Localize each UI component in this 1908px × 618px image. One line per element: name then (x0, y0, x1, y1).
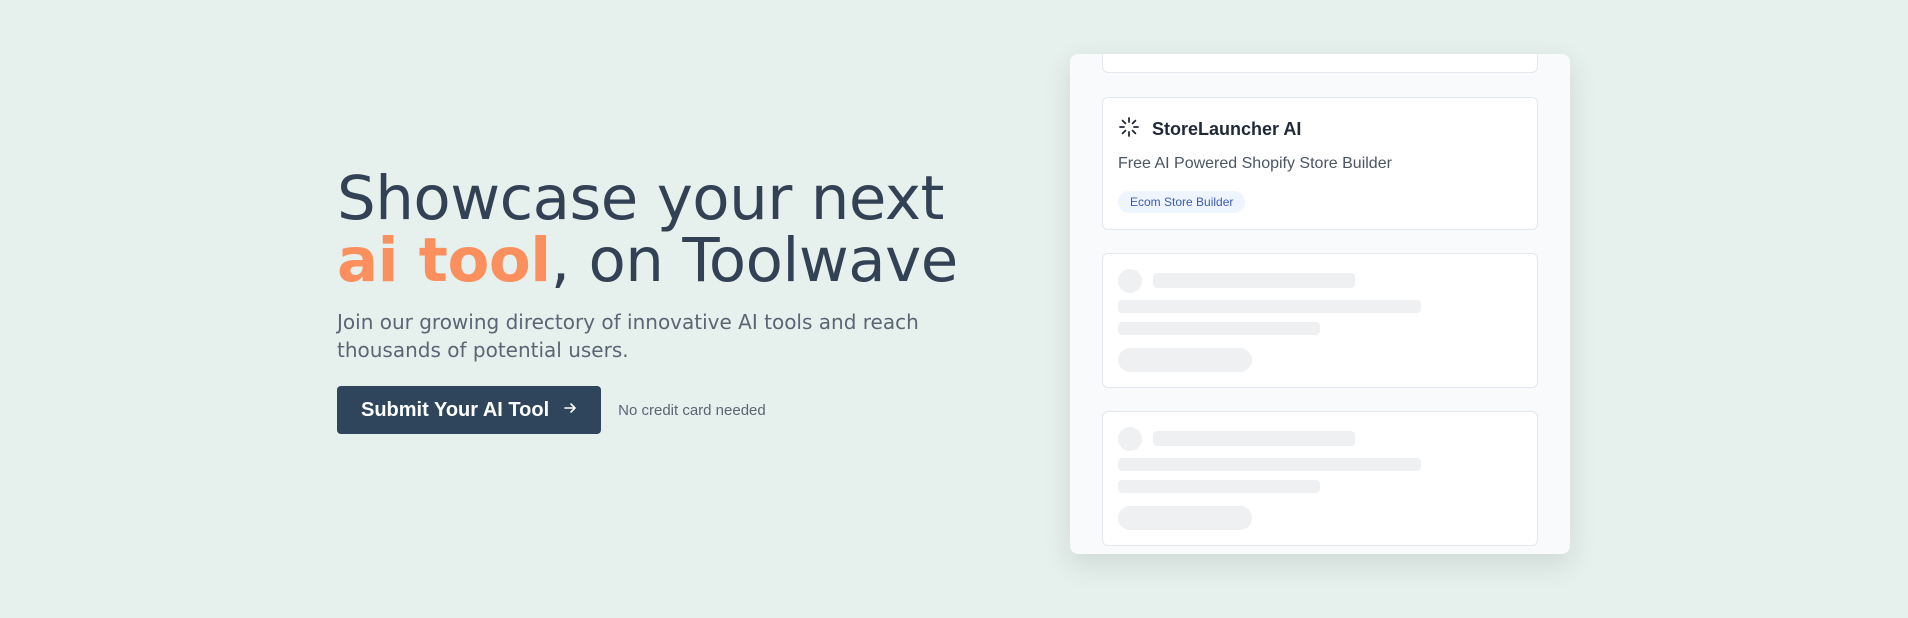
submit-tool-button[interactable]: Submit Your AI Tool (337, 386, 602, 434)
submit-tool-label: Submit Your AI Tool (361, 398, 550, 421)
tool-name: StoreLauncher AI (1152, 119, 1302, 139)
skeleton-line (1118, 480, 1320, 493)
arrow-right-icon (563, 401, 577, 420)
skeleton-avatar (1118, 427, 1142, 451)
tool-card-header: StoreLauncher AI (1118, 116, 1522, 143)
tool-card[interactable]: StoreLauncher AI Free AI Powered Shopify… (1102, 97, 1538, 230)
skeleton-line (1118, 300, 1421, 313)
skeleton-avatar (1118, 269, 1142, 293)
headline-line1: Showcase your next (337, 163, 944, 234)
headline-accent: ai tool (337, 225, 551, 296)
skeleton-card (1102, 411, 1538, 546)
cta-row: Submit Your AI Tool No credit card neede… (337, 386, 977, 434)
tool-description: Free AI Powered Shopify Store Builder (1118, 155, 1392, 172)
skeleton-line (1118, 322, 1320, 335)
hero-section: Showcase your next ai tool, on Toolwave … (337, 168, 977, 434)
skeleton-title (1153, 431, 1355, 446)
skeleton-title (1153, 273, 1355, 288)
tool-preview-panel: StoreLauncher AI Free AI Powered Shopify… (1070, 54, 1570, 554)
tool-category-tag[interactable]: Ecom Store Builder (1118, 191, 1246, 213)
skeleton-line (1118, 458, 1421, 471)
headline-rest: , on Toolwave (550, 225, 959, 296)
partial-tool-card (1102, 54, 1538, 73)
skeleton-tag (1118, 506, 1252, 530)
skeleton-tag (1118, 348, 1252, 372)
hero-subtitle: Join our growing directory of innovative… (337, 310, 919, 362)
hero-headline: Showcase your next ai tool, on Toolwave (337, 168, 977, 292)
skeleton-card (1102, 253, 1538, 388)
no-credit-card-note: No credit card needed (618, 401, 766, 419)
loader-icon (1118, 116, 1140, 143)
